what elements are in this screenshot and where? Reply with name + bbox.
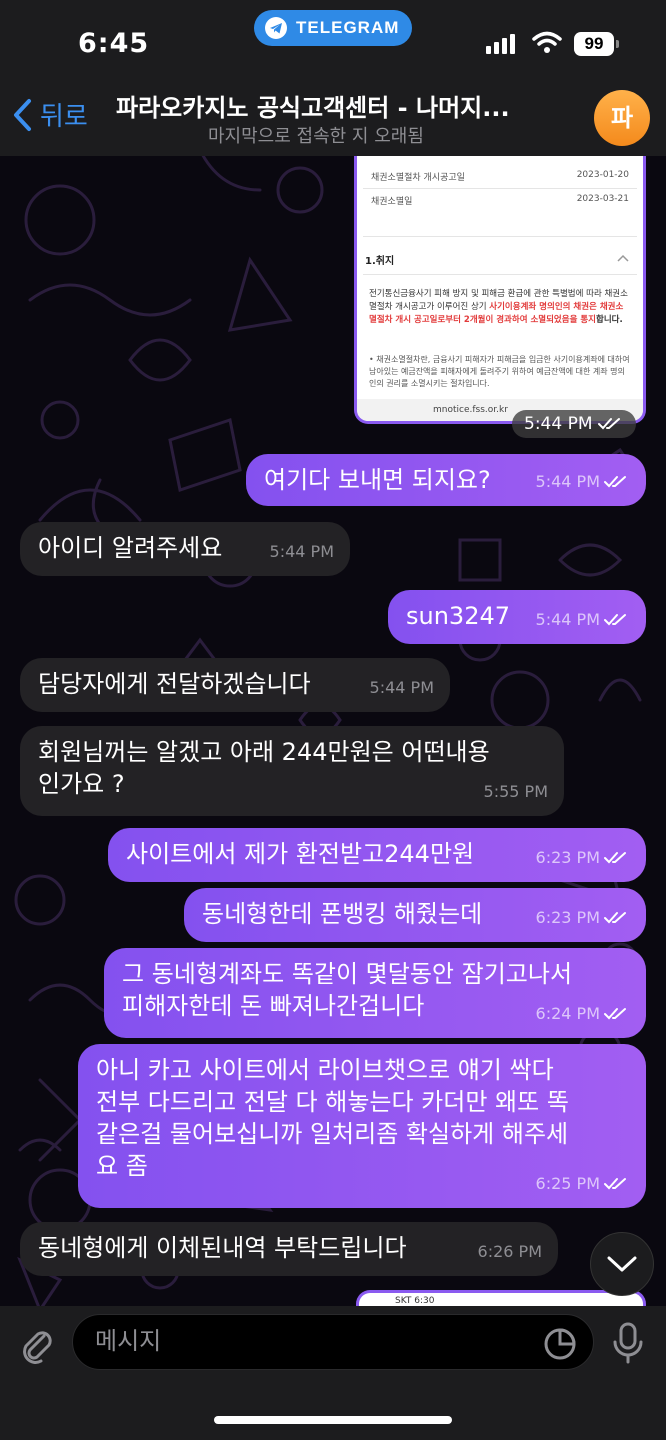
- battery-level: 99: [574, 32, 614, 56]
- microphone-icon[interactable]: [612, 1322, 644, 1364]
- telegram-pill[interactable]: TELEGRAM: [254, 10, 412, 46]
- message-time: 5:44 PM: [535, 610, 600, 629]
- message-meta: 6:23 PM: [536, 902, 630, 934]
- notice-row-label: 채권소멸절차 개시공고일: [371, 173, 465, 183]
- home-indicator: [214, 1416, 452, 1424]
- message-bubble-outgoing[interactable]: 아니 카고 사이트에서 라이브챗으로 얘기 싹다 전부 다드리고 전달 다 해놓…: [78, 1044, 646, 1208]
- message-meta: 5:55 PM: [484, 776, 548, 808]
- notice-bullet: • 채권소멸절차란, 금융사기 피해자가 피해금을 입금한 사기이용계좌에 대하…: [369, 355, 630, 388]
- telegram-icon: [265, 17, 287, 39]
- message-time: 6:24 PM: [535, 1004, 600, 1023]
- divider: [363, 274, 637, 275]
- message-field[interactable]: [72, 1314, 594, 1370]
- message-time: 5:44 PM: [524, 414, 593, 434]
- back-label: 뒤로: [40, 102, 88, 132]
- message-meta: 5:44 PM: [536, 604, 630, 636]
- double-check-icon: [604, 1008, 626, 1020]
- double-check-icon: [597, 418, 620, 430]
- message-bubble-incoming[interactable]: 회원님꺼는 알겠고 아래 244만원은 어떤내용 인가요 ? 5:55 PM: [20, 726, 564, 816]
- message-time: 6:25 PM: [535, 1174, 600, 1193]
- double-check-icon: [604, 852, 626, 864]
- message-input[interactable]: [95, 1327, 535, 1355]
- message-meta: 5:44 PM: [512, 410, 636, 438]
- chat-header: 뒤로 파라오카지노 공식고객센터 - 나머지... 마지막으로 접속한 지 오래…: [0, 80, 666, 156]
- message-text: 회원님꺼는 알겠고 아래 244만원은 어떤내용 인가요 ?: [38, 738, 490, 798]
- back-button[interactable]: 뒤로: [12, 96, 88, 133]
- notice-row-value: 2023-01-20: [576, 170, 629, 180]
- message-bubble-outgoing[interactable]: 사이트에서 제가 환전받고244만원 6:23 PM: [108, 828, 646, 882]
- message-bubble-outgoing[interactable]: sun3247 5:44 PM: [388, 590, 646, 644]
- notice-paragraph: 전기통신금융사기 피해 방지 및 피해금 환급에 관한 특별법에 따라 채권소멸…: [369, 288, 631, 327]
- message-bubble-incoming[interactable]: 아이디 알려주세요 5:44 PM: [20, 522, 350, 576]
- chevron-down-icon: [607, 1256, 637, 1272]
- message-bubble-incoming[interactable]: 담당자에게 전달하겠습니다 5:44 PM: [20, 658, 450, 712]
- message-meta: 6:25 PM: [536, 1168, 630, 1200]
- message-time: 5:44 PM: [535, 472, 600, 491]
- notice-row-label: 채권소멸일: [371, 197, 413, 207]
- chevron-up-icon: [617, 254, 629, 262]
- message-meta: 6:23 PM: [536, 842, 630, 874]
- status-bar: 6:45 TELEGRAM 99: [0, 0, 666, 80]
- chat-last-seen: 마지막으로 접속한 지 오래됨: [208, 126, 424, 147]
- message-meta: 6:24 PM: [536, 998, 630, 1030]
- double-check-icon: [604, 614, 626, 626]
- url-text: mnotice.fss.or.kr: [433, 405, 508, 415]
- message-time: 6:23 PM: [535, 848, 600, 867]
- message-text: 아니 카고 사이트에서 라이브챗으로 얘기 싹다 전부 다드리고 전달 다 해놓…: [96, 1056, 569, 1180]
- message-time: 6:26 PM: [477, 1242, 542, 1261]
- image-message[interactable]: 채권소멸절차 개시공고일 2023-01-20 채권소멸일 2023-03-21…: [354, 156, 646, 424]
- double-check-icon: [604, 476, 626, 488]
- message-bubble-outgoing[interactable]: 동네형한테 폰뱅킹 해줬는데 6:23 PM: [184, 888, 646, 942]
- sticker-icon[interactable]: [543, 1327, 577, 1361]
- status-time: 6:45: [78, 28, 150, 59]
- chevron-left-icon: [14, 98, 31, 131]
- message-time: 5:44 PM: [269, 542, 334, 561]
- divider: [363, 236, 637, 237]
- cellular-signal-icon: [486, 34, 515, 54]
- scroll-down-button[interactable]: [590, 1232, 654, 1296]
- chat-title[interactable]: 파라오카지노 공식고객센터 - 나머지...: [116, 88, 566, 123]
- divider: [363, 188, 637, 189]
- preview-text: SKT 6:30: [395, 1296, 435, 1306]
- notice-section-heading: 1.취지: [365, 256, 395, 267]
- message-bubble-outgoing[interactable]: 그 동네형계좌도 똑같이 몇달동안 잠기고나서 피해자한테 돈 빠져나간겁니다 …: [104, 948, 646, 1038]
- notice-text-end: 합니다.: [596, 315, 623, 325]
- notice-row-value: 2023-03-21: [576, 194, 629, 204]
- double-check-icon: [604, 912, 626, 924]
- avatar[interactable]: 파: [594, 90, 650, 146]
- message-time: 6:23 PM: [535, 908, 600, 927]
- telegram-pill-label: TELEGRAM: [296, 18, 400, 37]
- battery-tip: [616, 40, 619, 48]
- wifi-icon: [532, 31, 562, 53]
- message-time: 5:44 PM: [369, 678, 434, 697]
- message-bubble-outgoing[interactable]: 여기다 보내면 되지요? 5:44 PM: [246, 454, 646, 506]
- message-meta: 5:44 PM: [370, 672, 434, 704]
- message-bubble-incoming[interactable]: 동네형에게 이체된내역 부탁드립니다 6:26 PM: [20, 1222, 558, 1276]
- message-meta: 5:44 PM: [536, 466, 630, 498]
- double-check-icon: [604, 1178, 626, 1190]
- message-text: 동네형에게 이체된내역 부탁드립니다: [38, 1234, 407, 1262]
- message-meta: 5:44 PM: [270, 536, 334, 568]
- attach-icon[interactable]: [16, 1324, 56, 1364]
- message-time: 5:55 PM: [483, 782, 548, 801]
- message-meta: 6:26 PM: [478, 1236, 542, 1268]
